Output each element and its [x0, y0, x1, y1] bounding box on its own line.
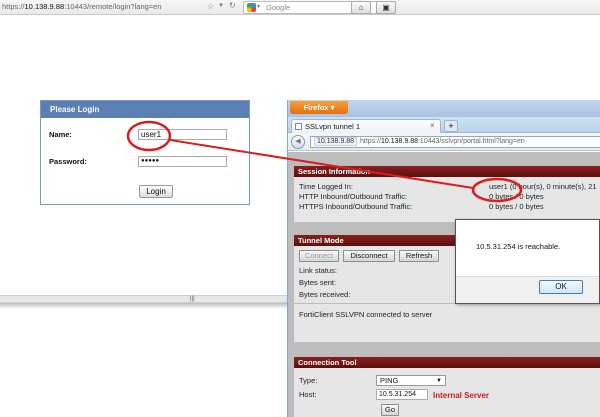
home-icon: ⌂ [358, 3, 364, 12]
front-url-prefix: https:// [359, 138, 381, 145]
scrollbar-grip-icon: ||| [190, 296, 195, 302]
bytes-received-label: Bytes received: [299, 290, 351, 299]
tab-label: SSLvpn tunnel 1 [305, 122, 361, 131]
internal-server-annotation: Internal Server [433, 391, 490, 400]
window-shadow [0, 303, 287, 309]
type-value: PING [380, 376, 399, 385]
google-icon [247, 3, 256, 12]
star-icon[interactable]: ☆ [207, 2, 214, 11]
host-input[interactable]: 10.5.31.254 [376, 389, 428, 400]
tab-sslvpn[interactable]: SSLvpn tunnel 1 × [291, 119, 441, 133]
back-url-field[interactable]: https://10.138.9.88:10443/remote/login?l… [2, 2, 162, 11]
addon-icon: ▣ [382, 3, 390, 12]
name-field[interactable]: user1 [138, 129, 227, 140]
title-bar: Firefox ▾ [288, 100, 600, 117]
site-identity[interactable]: 10.138.9.88 [314, 137, 357, 146]
firefox-dropdown-icon: ▾ [330, 103, 335, 112]
back-browser-toolbar: https://10.138.9.88:10443/remote/login?l… [0, 0, 600, 15]
tunnel-message: FortiClient SSLVPN connected to server [299, 310, 433, 319]
reload-icon[interactable]: ↻ [229, 1, 236, 10]
addon-button[interactable]: ▣ [376, 1, 396, 14]
horizontal-scrollbar[interactable]: ||| [0, 295, 287, 303]
chevron-down-icon: ▼ [436, 378, 442, 384]
connection-tool-section: Connection Tool Type: PING ▼ Host: 10.5.… [294, 357, 600, 417]
time-logged-value: user1 (0 hour(s), 0 minute(s), 21 [489, 182, 597, 191]
ok-button[interactable]: OK [539, 280, 583, 294]
type-select[interactable]: PING ▼ [376, 375, 446, 386]
dialog-message: 10.5.31.254 is reachable. [476, 242, 561, 251]
connection-tool-title: Connection Tool [294, 357, 600, 368]
tab-strip: SSLvpn tunnel 1 × + [288, 117, 600, 133]
back-arrow-icon: ◀ [295, 138, 301, 145]
search-input[interactable]: ▾ Google ⌕ [243, 1, 395, 14]
link-status-label: Link status: [299, 266, 337, 275]
http-traffic-value: 0 bytes / 0 bytes [489, 192, 544, 201]
session-section: Session Information Time Logged In: user… [294, 166, 600, 222]
back-url-rest: :10443/remote/login?lang=en [64, 2, 162, 11]
http-traffic-label: HTTP Inbound/Outbound Traffic: [299, 192, 408, 201]
back-url-host: 10.138.9.88 [24, 2, 65, 11]
login-title: Please Login [50, 105, 100, 114]
reachable-dialog: 10.5.31.254 is reachable. OK [455, 219, 600, 304]
time-logged-label: Time Logged In: [299, 182, 353, 191]
close-tab-icon[interactable]: × [430, 121, 435, 130]
page-icon [295, 123, 302, 130]
host-label: Host: [299, 390, 317, 399]
front-url-rest: :10443/sslvpn/portal.html?lang=en [417, 138, 525, 145]
https-traffic-label: HTTPS Inbound/Outbound Traffic: [299, 202, 413, 211]
back-button[interactable]: ◀ [291, 135, 305, 149]
navigation-bar: ◀ 10.138.9.88 https://10.138.9.88:10443/s… [288, 133, 600, 151]
session-title: Session Information [294, 166, 600, 177]
refresh-button[interactable]: Refresh [399, 250, 439, 262]
front-url-field[interactable]: 10.138.9.88 https://10.138.9.88:10443/ssl… [310, 136, 600, 148]
login-button[interactable]: Login [139, 185, 173, 198]
front-url-host: 10.138.9.88 [381, 138, 418, 145]
password-label: Password: [49, 157, 87, 166]
back-url-prefix: https:// [2, 2, 25, 11]
new-tab-button[interactable]: + [444, 120, 458, 132]
bytes-sent-label: Bytes sent: [299, 278, 337, 287]
disconnect-button[interactable]: Disconnect [343, 250, 395, 262]
home-button[interactable]: ⌂ [351, 1, 371, 14]
dropdown-icon[interactable]: ▼ [218, 3, 224, 9]
login-panel: Please Login Name: user1 Password: ●●●●●… [40, 100, 250, 205]
go-button[interactable]: Go [381, 404, 399, 416]
search-dropdown-icon: ▾ [257, 4, 261, 10]
search-placeholder: Google [266, 3, 291, 12]
name-label: Name: [49, 130, 72, 139]
login-header: Please Login [41, 101, 249, 118]
firefox-label: Firefox [303, 103, 329, 112]
firefox-menu-button[interactable]: Firefox ▾ [290, 101, 348, 114]
https-traffic-value: 0 bytes / 0 bytes [489, 202, 544, 211]
type-label: Type: [299, 376, 318, 385]
connect-button[interactable]: Connect [299, 250, 339, 262]
password-field[interactable]: ●●●●● [138, 156, 227, 167]
